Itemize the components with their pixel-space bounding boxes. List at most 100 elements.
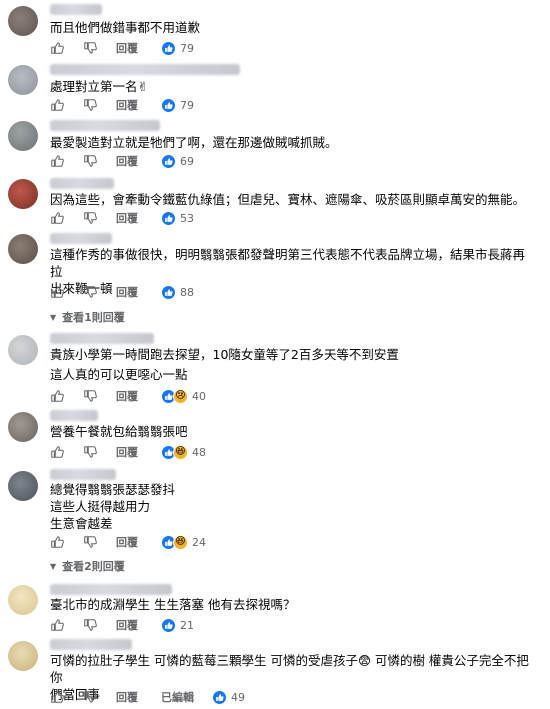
thumbs-up-icon[interactable]: [50, 445, 64, 459]
reaction-count: 49: [231, 690, 245, 704]
reaction-summary[interactable]: 😆 48: [161, 444, 206, 460]
reaction-summary[interactable]: 😢 40: [161, 388, 206, 404]
avatar[interactable]: [8, 65, 38, 95]
comment-actions: 回覆 79: [50, 40, 194, 56]
reply-button[interactable]: 回覆: [116, 153, 142, 169]
reaction-count: 88: [180, 285, 194, 299]
reaction-count: 21: [180, 618, 194, 632]
avatar[interactable]: [8, 412, 38, 442]
avatar[interactable]: [8, 179, 38, 209]
comment-text: 處理對立第一名✌: [50, 79, 148, 94]
avatar[interactable]: [8, 335, 38, 365]
comment-text: 總覺得翳翳張瑟瑟發抖 這些人挺得越用力 生意會越差: [50, 482, 176, 531]
like-reaction-icon: [161, 210, 176, 226]
thumbs-up-icon[interactable]: [50, 389, 64, 403]
commenter-name-redacted[interactable]: [50, 120, 160, 131]
commenter-name-redacted[interactable]: [50, 469, 116, 480]
thumbs-down-icon[interactable]: [83, 618, 97, 632]
commenter-name-redacted[interactable]: [50, 639, 132, 650]
thumbs-down-icon[interactable]: [83, 98, 97, 112]
reaction-summary[interactable]: 😆 24: [161, 534, 206, 550]
commenter-name-redacted[interactable]: [50, 233, 112, 244]
commenter-name-redacted[interactable]: [50, 410, 98, 421]
reply-button[interactable]: 回覆: [116, 534, 142, 550]
reaction-count: 24: [192, 535, 206, 549]
thumbs-up-icon[interactable]: [50, 98, 64, 112]
reply-button[interactable]: 回覆: [116, 210, 142, 226]
comment-text: 而且他們做錯事都不用道歉: [50, 20, 201, 35]
commenter-name-redacted[interactable]: [50, 584, 172, 595]
like-reaction-icon: [161, 617, 176, 633]
commenter-name-redacted[interactable]: [50, 178, 114, 189]
reaction-summary[interactable]: 88: [161, 284, 194, 300]
reply-button[interactable]: 回覆: [116, 97, 142, 113]
reply-button[interactable]: 回覆: [116, 617, 142, 633]
view-replies-button[interactable]: ▼ 查看2則回覆: [50, 558, 125, 574]
thumbs-down-icon[interactable]: [83, 41, 97, 55]
chevron-down-icon: ▼: [50, 312, 57, 322]
reaction-count: 53: [180, 211, 194, 225]
reply-button[interactable]: 回覆: [116, 444, 142, 460]
thumbs-up-icon[interactable]: [50, 211, 64, 225]
comment-text: 因為這些，會牽動令鐵藍仇綠值；但虐兒、寶林、遮陽傘、吸菸區則顯卓萬安的無能。: [50, 192, 526, 207]
commenter-name-redacted[interactable]: [50, 64, 240, 75]
thumbs-down-icon[interactable]: [83, 389, 97, 403]
comment-text: 營養午餐就包給翳翳張吧: [50, 424, 188, 439]
haha-reaction-icon: 😆: [173, 534, 188, 550]
reply-button[interactable]: 回覆: [116, 388, 142, 404]
comment-text: 貴族小學第一時間跑去探望，10隨女童等了2百多天等不到安置 這人真的可以更噁心一…: [50, 347, 399, 382]
avatar[interactable]: [8, 641, 38, 671]
reply-button[interactable]: 回覆: [116, 40, 142, 56]
comment-actions: 回覆 已編輯 49: [50, 689, 245, 705]
thumbs-down-icon[interactable]: [83, 445, 97, 459]
thumbs-up-icon[interactable]: [50, 618, 64, 632]
thumbs-down-icon[interactable]: [83, 211, 97, 225]
avatar[interactable]: [8, 585, 38, 615]
thumbs-down-icon[interactable]: [83, 690, 97, 704]
comment-actions: 回覆 88: [50, 284, 194, 300]
like-reaction-icon: [161, 97, 176, 113]
reaction-count: 48: [192, 445, 206, 459]
comment-text: 臺北市的成淵學生 生生落塞 他有去探視嗎？: [50, 597, 296, 612]
commenter-name-redacted[interactable]: [50, 4, 102, 15]
reaction-summary[interactable]: 79: [161, 97, 194, 113]
reaction-count: 79: [180, 98, 194, 112]
reaction-summary[interactable]: 79: [161, 40, 194, 56]
chevron-down-icon: ▼: [50, 561, 57, 571]
thumbs-down-icon[interactable]: [83, 154, 97, 168]
avatar[interactable]: [8, 121, 38, 151]
reply-button[interactable]: 回覆: [116, 689, 142, 705]
avatar[interactable]: [8, 6, 38, 36]
thumbs-down-icon[interactable]: [83, 285, 97, 299]
comment-actions: 回覆 😆 24: [50, 534, 206, 550]
like-reaction-icon: [212, 689, 227, 705]
like-reaction-icon: [161, 284, 176, 300]
thumbs-up-icon[interactable]: [50, 535, 64, 549]
thumbs-up-icon[interactable]: [50, 154, 64, 168]
avatar[interactable]: [8, 234, 38, 264]
comment-actions: 回覆 😢 40: [50, 388, 206, 404]
reaction-count: 79: [180, 41, 194, 55]
reaction-count: 69: [180, 154, 194, 168]
sad-reaction-icon: 😢: [173, 388, 188, 404]
thumbs-up-icon[interactable]: [50, 41, 64, 55]
reaction-summary[interactable]: 49: [212, 689, 245, 705]
reaction-summary[interactable]: 53: [161, 210, 194, 226]
avatar[interactable]: [8, 471, 38, 501]
thumbs-down-icon[interactable]: [83, 535, 97, 549]
comment-actions: 回覆 21: [50, 617, 194, 633]
reaction-summary[interactable]: 69: [161, 153, 194, 169]
reply-button[interactable]: 回覆: [116, 284, 142, 300]
reaction-count: 40: [192, 389, 206, 403]
reaction-summary[interactable]: 21: [161, 617, 194, 633]
comment-actions: 回覆 53: [50, 210, 194, 226]
comment-text: 最愛製造對立就是牠們了啊，還在那邊做賊喊抓賊。: [50, 135, 338, 150]
like-reaction-icon: [161, 40, 176, 56]
commenter-name-redacted[interactable]: [50, 333, 154, 344]
thumbs-up-icon[interactable]: [50, 285, 64, 299]
comment-actions: 回覆 😆 48: [50, 444, 206, 460]
haha-reaction-icon: 😆: [173, 444, 188, 460]
thumbs-up-icon[interactable]: [50, 690, 64, 704]
view-replies-button[interactable]: ▼ 查看1則回覆: [50, 309, 125, 325]
like-reaction-icon: [161, 153, 176, 169]
